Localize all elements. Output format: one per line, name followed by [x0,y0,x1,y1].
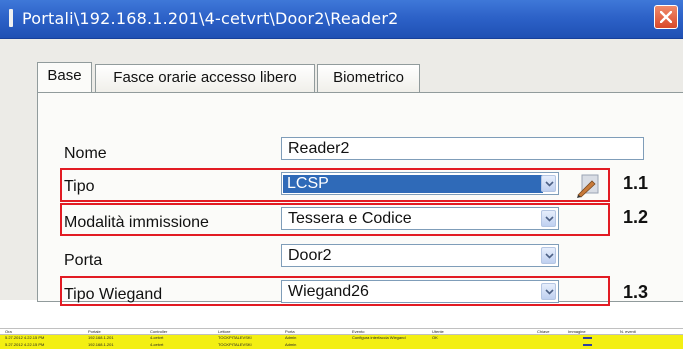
tipo-wiegand-value: Wiegand26 [288,283,369,300]
close-button[interactable] [654,5,678,29]
annotation-1-1: 1.1 [623,173,649,193]
row-cell-utente: OK [432,335,438,340]
annotation-1-3: 1.3 [623,282,649,302]
chevron-down-icon [545,181,554,187]
image-indicator-icon [583,337,592,339]
tipo-dropdown-button[interactable] [541,175,556,192]
tab-fasce-orarie[interactable]: Fasce orarie accesso libero [95,64,315,92]
row-cell-lettore: TOCKPITALEVSKI [218,342,252,347]
tab-biometrico[interactable]: Biometrico [317,64,420,92]
reader-properties-dialog: Portali\192.168.1.201\4-cetvrt\Door2\Rea… [0,0,683,306]
tipo-wiegand-dropdown-button[interactable] [541,283,556,300]
tipo-wiegand-select[interactable]: Wiegand26 [281,280,559,303]
modalita-dropdown-button[interactable] [541,210,556,227]
modalita-select[interactable]: Tessera e Codice [281,207,559,230]
tab-base[interactable]: Base [37,62,92,92]
chevron-down-icon [545,216,554,222]
chevron-down-icon [545,253,554,259]
modalita-value: Tessera e Codice [288,210,412,227]
row-cell-evento: Configura interfaccia Wiegand [352,335,406,340]
row-cell-lettore: TOCKPITALEVSKI [218,335,252,340]
tipo-wiegand-label: Tipo Wiegand [64,286,163,303]
tab-biometrico-label: Biometrico [333,69,404,86]
event-log-grid: Ora Portale Controller Lettore Porta Eve… [0,328,683,359]
window-title: Portali\192.168.1.201\4-cetvrt\Door2\Rea… [22,9,399,28]
modalita-label: Modalità immissione [64,214,209,231]
table-row[interactable]: 5.27.2012 4.22.15 PM 192.168.1.201 4-cet… [0,335,683,342]
tab-base-label: Base [47,67,82,84]
nome-label: Nome [64,145,107,162]
tipo-value: LCSP [283,175,543,193]
row-cell-portale: 192.168.1.201 [88,342,114,347]
tipo-select[interactable]: LCSP [281,172,559,195]
row-cell-controller: 4-cetvrt [150,335,164,340]
edit-icon[interactable] [575,172,601,198]
row-cell-porta: Admin [285,335,297,340]
row-cell-ora: 5.27.2012 4.22.15 PM [5,335,45,340]
table-row[interactable]: 5.27.2012 4.22.15 PM 192.168.1.201 4-cet… [0,342,683,349]
nome-value: Reader2 [288,140,350,157]
porta-label: Porta [64,252,103,269]
window-icon [9,9,13,27]
row-cell-ora: 5.27.2012 4.22.15 PM [5,342,45,347]
grid-header: Ora Portale Controller Lettore Porta Eve… [0,328,683,335]
annotation-1-2: 1.2 [623,207,649,227]
porta-select[interactable]: Door2 [281,244,559,267]
tab-fasce-orarie-label: Fasce orarie accesso libero [113,69,297,86]
porta-dropdown-button[interactable] [541,247,556,264]
title-bar[interactable]: Portali\192.168.1.201\4-cetvrt\Door2\Rea… [0,0,683,39]
image-indicator-icon [583,344,592,346]
row-cell-controller: 4-cetvrt [150,342,164,347]
tipo-label: Tipo [64,178,95,195]
row-cell-portale: 192.168.1.201 [88,335,114,340]
chevron-down-icon [545,289,554,295]
row-cell-porta: Admin [285,342,297,347]
porta-value: Door2 [288,247,332,264]
close-icon [660,11,672,23]
nome-input[interactable]: Reader2 [281,137,644,160]
